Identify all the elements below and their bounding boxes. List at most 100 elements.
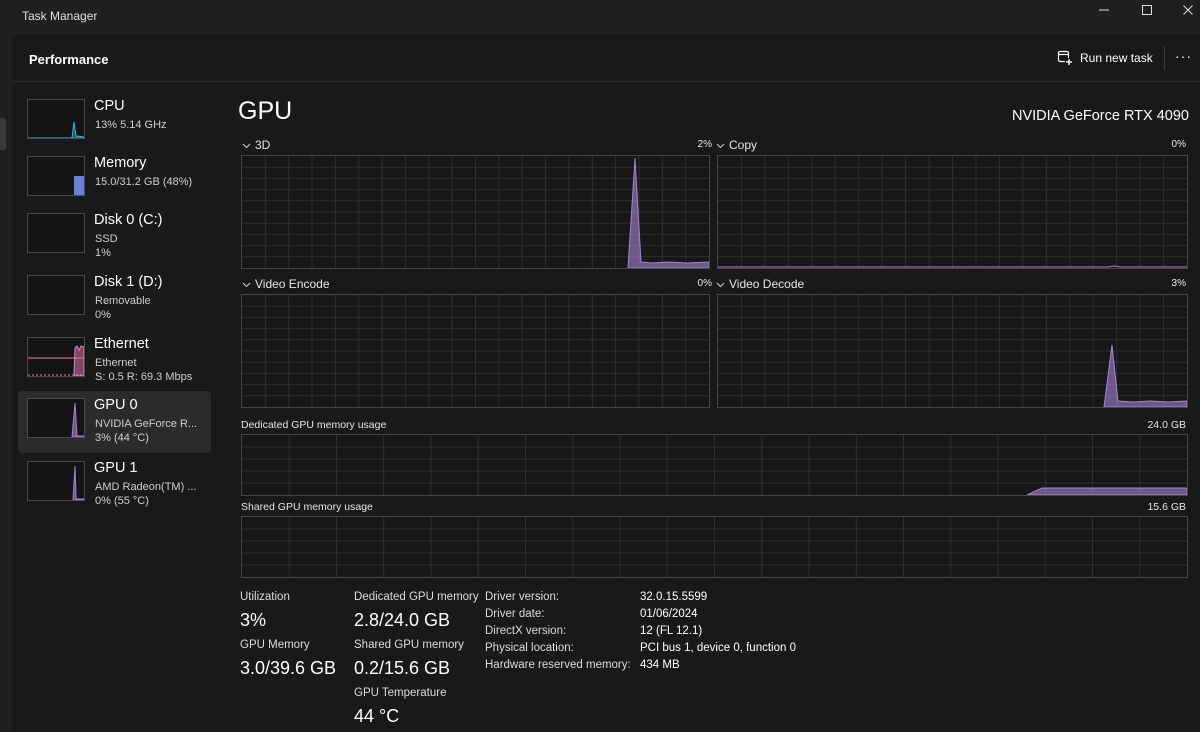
gpu-memory-label: GPU Memory xyxy=(240,639,310,651)
sidebar-item-detail: 13% 5.14 GHz xyxy=(95,119,167,131)
page-title: Performance xyxy=(29,52,109,67)
driver-version-value: 32.0.15.5599 xyxy=(640,591,708,603)
graph-grid xyxy=(718,156,1187,268)
close-button[interactable] xyxy=(1165,0,1200,20)
directx-version-value: 12 (FL 12.1) xyxy=(640,625,703,637)
engine-percent: 3% xyxy=(1171,278,1186,289)
sidebar-item-label: Ethernet xyxy=(94,336,149,352)
shared-gpu-memory-label: Shared GPU memory xyxy=(354,639,464,651)
sidebar-item-detail: Ethernet xyxy=(95,357,137,369)
maximize-button[interactable] xyxy=(1124,0,1170,20)
title-bar: Task Manager xyxy=(0,0,1200,34)
maximize-icon xyxy=(1142,5,1152,15)
driver-date-value: 01/06/2024 xyxy=(640,608,698,620)
gpu-temperature-value: 44 °C xyxy=(354,706,400,726)
dedicated-memory-label: Dedicated GPU memory usage xyxy=(241,419,387,431)
graph-grid xyxy=(242,295,709,407)
gpu-1-mini-graph xyxy=(27,461,85,501)
driver-version-label: Driver version: xyxy=(485,591,560,603)
sidebar-item-memory[interactable]: Memory 15.0/31.2 GB (48%) xyxy=(18,149,211,211)
dedicated-gpu-memory-value: 2.8/24.0 GB xyxy=(354,610,451,630)
engine-percent: 0% xyxy=(697,278,712,289)
run-new-task-label: Run new task xyxy=(1080,51,1153,65)
directx-version-label: DirectX version: xyxy=(485,625,567,637)
chevron-down-icon xyxy=(242,282,251,287)
sidebar-item-usage: 3% (44 °C) xyxy=(95,432,149,444)
shared-memory-label: Shared GPU memory usage xyxy=(241,501,373,513)
engine-label: Video Encode xyxy=(255,277,330,291)
sidebar-item-detail: NVIDIA GeForce R... xyxy=(95,418,198,430)
sidebar-item-detail: AMD Radeon(TM) ... xyxy=(95,481,197,493)
sidebar-item-disk-1[interactable]: Disk 1 (D:) Removable 0% xyxy=(18,268,211,330)
engine-label: 3D xyxy=(255,138,271,152)
minimize-button[interactable] xyxy=(1081,0,1127,20)
run-task-icon xyxy=(1057,50,1073,66)
sidebar-item-label: Disk 1 (D:) xyxy=(94,274,163,290)
gpu-temperature-label: GPU Temperature xyxy=(354,687,447,699)
engine-video-encode-selector[interactable]: Video Encode xyxy=(242,277,330,291)
engine-label: Copy xyxy=(729,138,758,152)
sidebar-item-detail: Removable xyxy=(95,295,151,307)
engine-3d-usage-area xyxy=(627,157,709,268)
graph-grid xyxy=(242,517,1187,577)
page-header: Performance Run new task ··· xyxy=(12,34,1200,82)
nav-rail-indicator xyxy=(0,118,6,150)
sidebar-item-gpu-0[interactable]: GPU 0 NVIDIA GeForce R... 3% (44 °C) xyxy=(18,391,211,453)
close-icon xyxy=(1183,5,1193,15)
disk-0-mini-graph xyxy=(27,213,85,253)
disk-1-mini-graph xyxy=(27,275,85,315)
engine-percent: 2% xyxy=(697,139,712,150)
sidebar-item-usage: 0% (55 °C) xyxy=(95,495,149,507)
sidebar-item-gpu-1[interactable]: GPU 1 AMD Radeon(TM) ... 0% (55 °C) xyxy=(18,454,211,516)
sidebar-item-label: CPU xyxy=(94,98,125,114)
dedicated-memory-max: 24.0 GB xyxy=(1147,419,1186,431)
engine-copy-selector[interactable]: Copy xyxy=(716,138,757,152)
engine-label: Video Decode xyxy=(729,277,805,291)
gpu-model-name: NVIDIA GeForce RTX 4090 xyxy=(1011,108,1189,124)
nav-rail xyxy=(0,34,12,732)
sidebar-item-label: GPU 0 xyxy=(94,397,138,413)
shared-memory-max: 15.6 GB xyxy=(1147,501,1186,513)
run-new-task-button[interactable]: Run new task xyxy=(1057,50,1153,66)
utilization-label: Utilization xyxy=(240,591,290,603)
engine-3d-selector[interactable]: 3D xyxy=(242,138,270,152)
engine-percent: 0% xyxy=(1171,139,1186,150)
sidebar-item-usage: S: 0.5 R: 69.3 Mbps xyxy=(95,371,193,383)
ethernet-mini-graph xyxy=(27,337,85,377)
header-separator xyxy=(1164,46,1165,70)
chevron-down-icon xyxy=(242,143,251,148)
chevron-down-icon xyxy=(716,282,725,287)
sidebar-item-label: GPU 1 xyxy=(94,460,138,476)
window-title: Task Manager xyxy=(22,9,98,23)
engine-3d-graph xyxy=(241,155,710,269)
sidebar-item-ethernet[interactable]: Ethernet Ethernet S: 0.5 R: 69.3 Mbps xyxy=(18,330,211,392)
gpu-0-mini-graph xyxy=(27,398,85,438)
sidebar-item-cpu[interactable]: CPU 13% 5.14 GHz xyxy=(18,92,211,154)
dedicated-gpu-memory-label: Dedicated GPU memory xyxy=(354,591,479,603)
sidebar-item-usage: 1% xyxy=(95,247,111,259)
engine-video-decode-graph xyxy=(717,294,1188,408)
driver-date-label: Driver date: xyxy=(485,608,545,620)
memory-mini-graph xyxy=(27,156,85,196)
cpu-mini-graph xyxy=(27,99,85,139)
hardware-reserved-memory-label: Hardware reserved memory: xyxy=(485,659,631,671)
physical-location-value: PCI bus 1, device 0, function 0 xyxy=(640,642,796,654)
sidebar-item-detail: 15.0/31.2 GB (48%) xyxy=(95,176,193,188)
graph-grid xyxy=(242,435,1187,495)
gpu-memory-value: 3.0/39.6 GB xyxy=(240,658,337,678)
engine-video-encode-graph xyxy=(241,294,710,408)
engine-copy-graph xyxy=(717,155,1188,269)
dedicated-memory-usage-area xyxy=(1026,487,1187,495)
more-options-button[interactable]: ··· xyxy=(1175,48,1192,64)
chevron-down-icon xyxy=(716,143,725,148)
utilization-value: 3% xyxy=(240,610,267,630)
hardware-reserved-memory-value: 434 MB xyxy=(640,659,680,671)
engine-video-decode-selector[interactable]: Video Decode xyxy=(716,277,804,291)
sidebar-item-detail: SSD xyxy=(95,233,118,245)
gpu-heading: GPU xyxy=(238,97,293,125)
main-panel: Performance Run new task ··· CPU 13% 5.1… xyxy=(12,34,1200,732)
shared-memory-graph xyxy=(241,516,1188,578)
sidebar-item-usage: 0% xyxy=(95,309,111,321)
sidebar-item-disk-0[interactable]: Disk 0 (C:) SSD 1% xyxy=(18,206,211,268)
sidebar-item-label: Memory xyxy=(94,155,147,171)
